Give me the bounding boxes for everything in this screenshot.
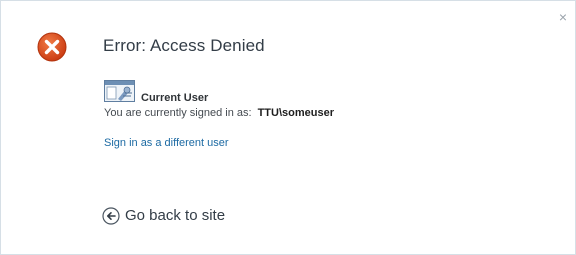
signed-in-label: You are currently signed in as: xyxy=(104,107,252,119)
signed-in-info: You are currently signed in as: TTU\someu… xyxy=(104,107,334,120)
current-user-heading: Current User xyxy=(141,92,209,104)
back-arrow-icon xyxy=(102,207,120,225)
page-title: Error: Access Denied xyxy=(103,36,265,55)
go-back-label: Go back to site xyxy=(125,207,226,224)
username: TTU\someuser xyxy=(257,107,334,119)
current-user-icon xyxy=(104,80,135,102)
sign-in-different-user-link[interactable]: Sign in as a different user xyxy=(104,137,229,150)
go-back-link[interactable]: Go back to site xyxy=(102,207,225,225)
close-icon[interactable]: × xyxy=(557,10,569,24)
access-denied-page: × Error: Access Denied Current User You … xyxy=(0,0,576,255)
error-x-icon xyxy=(37,32,67,62)
